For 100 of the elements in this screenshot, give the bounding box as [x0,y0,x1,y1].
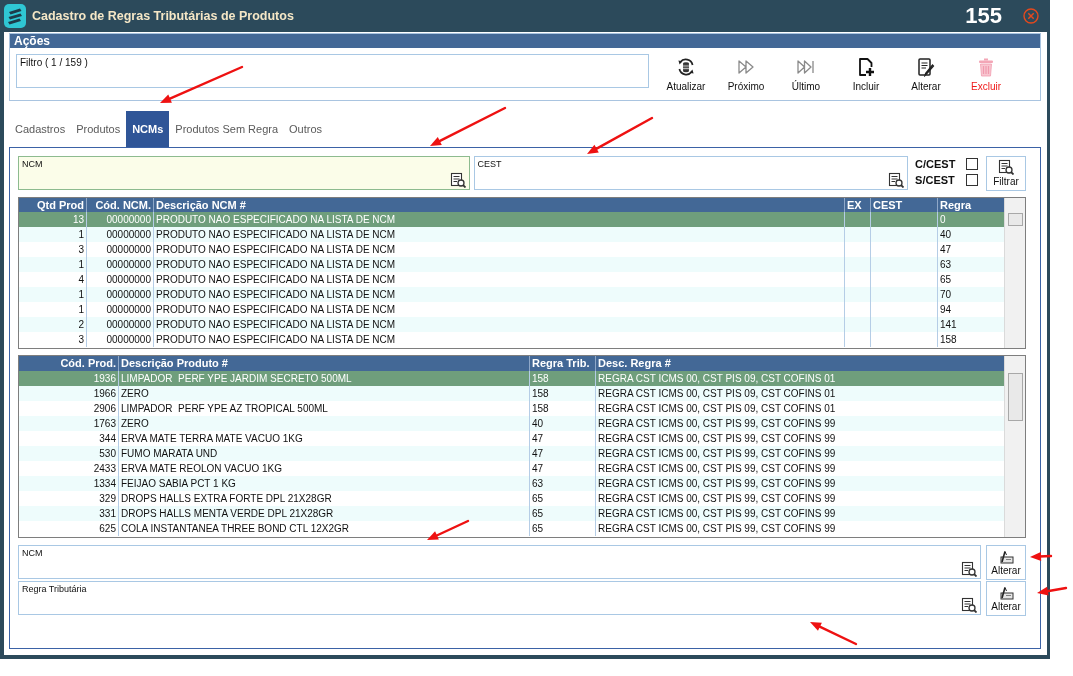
edit-icon [998,550,1014,564]
ncm-field[interactable]: NCM [18,156,470,190]
record-counter: 155 [965,3,1002,29]
checkbox[interactable] [966,158,978,170]
table-cell-text: PRODUTO NAO ESPECIFICADO NA LISTA DE NCM [156,228,396,242]
table-cell-text: 1334 [93,477,116,491]
column-header[interactable]: Descrição Produto # [118,356,529,371]
table-cell-text: PRODUTO NAO ESPECIFICADO NA LISTA DE NCM [156,288,396,302]
table-cell-text: 2906 [93,402,116,416]
cest-field[interactable]: CEST [473,156,909,190]
app-logo-icon [4,4,26,28]
table-cell-text: 47 [532,447,544,461]
table-cell-text: REGRA CST ICMS 00, CST PIS 99, CST COFINS 99 [598,447,836,461]
last-button[interactable]: Último [776,57,836,92]
table-cell-text: 1763 [93,417,116,431]
column-header[interactable]: Regra Trib. [529,356,595,371]
column-header[interactable]: Desc. Regra # [595,356,1004,371]
column-header[interactable]: CEST [870,198,937,212]
table-cell-text: 4 [78,273,84,287]
table-cell-text: 40 [532,417,544,431]
table-cell-text: 2433 [93,462,116,476]
edit-button[interactable]: Alterar [896,57,956,92]
filter-button[interactable]: Filtrar [986,156,1026,191]
list-search-icon[interactable] [888,172,905,188]
table-row[interactable]: 1334 FEIJAO SABIA PCT 1 KG 63 REGRA CST ICMS 00, CST PIS 99, CST COFINS 99 [19,476,1004,491]
input-field[interactable]: Regra Tributária [18,581,981,615]
column-header[interactable]: Cód. Prod. [19,356,118,371]
tab[interactable]: Produtos Sem Regra [170,111,284,147]
table-cell-text: 00000000 [106,273,151,287]
table-row[interactable]: 2 00000000 PRODUTO NAO ESPECIFICADO NA LISTA DE NCM 141 [19,317,1004,332]
tab[interactable]: Cadastros [10,111,71,147]
table-cell-text: 00000000 [106,333,151,347]
table-row[interactable]: 1 00000000 PRODUTO NAO ESPECIFICADO NA LISTA DE NCM 63 [19,257,1004,272]
annotation-arrow-icon [1030,552,1053,561]
list-search-icon[interactable] [449,172,466,188]
filter-field[interactable]: Filtro ( 1 / 159 ) [16,54,649,88]
delete-button[interactable]: Excluir [956,57,1016,92]
table-cell-text: ZERO [121,387,149,401]
table-cell-text: 331 [99,507,116,521]
scrollbar[interactable] [1004,356,1025,537]
column-header[interactable]: Cód. NCM. [86,198,153,212]
table-cell-text: 1 [78,258,84,272]
table-row[interactable]: 331 DROPS HALLS MENTA VERDE DPL 21X28GR 65 REGRA CST ICMS 00, CST PIS 99, CST COFINS 99 [19,506,1004,521]
table-cell-text: PRODUTO NAO ESPECIFICADO NA LISTA DE NCM [156,243,396,257]
edit-button[interactable]: Alterar [986,545,1026,580]
table-cell-text: REGRA CST ICMS 00, CST PIS 99, CST COFINS 99 [598,492,836,506]
table-cell-text: 47 [532,462,544,476]
table-cell-text: 530 [99,447,116,461]
edit-document-icon [916,57,936,77]
table-cell-text: DROPS HALLS EXTRA FORTE DPL 21X28GR [121,492,332,506]
table-row[interactable]: 1 00000000 PRODUTO NAO ESPECIFICADO NA LISTA DE NCM 70 [19,287,1004,302]
table-cell-text: LIMPADOR PERF YPE AZ TROPICAL 500ML [121,402,328,416]
table-cell-text: 00000000 [106,318,151,332]
checkbox[interactable] [966,174,978,186]
scrollbar-thumb[interactable] [1008,373,1023,421]
add-button[interactable]: Incluir [836,57,896,92]
table-row[interactable]: 1 00000000 PRODUTO NAO ESPECIFICADO NA LISTA DE NCM 40 [19,227,1004,242]
table-cell-text: PRODUTO NAO ESPECIFICADO NA LISTA DE NCM [156,303,396,317]
table-row[interactable]: 530 FUMO MARATA UND 47 REGRA CST ICMS 00, CST PIS 99, CST COFINS 99 [19,446,1004,461]
table-row[interactable]: 1763 ZERO 40 REGRA CST ICMS 00, CST PIS 99, CST COFINS 99 [19,416,1004,431]
tab[interactable]: Outros [284,111,328,147]
refresh-button[interactable]: Atualizar [656,57,716,92]
table-cell-text: REGRA CST ICMS 00, CST PIS 99, CST COFINS 99 [598,417,836,431]
table-cell-text: 1936 [93,372,116,386]
table-cell-text: REGRA CST ICMS 00, CST PIS 99, CST COFINS 99 [598,522,836,536]
table-cell-text: REGRA CST ICMS 00, CST PIS 09, CST COFINS 01 [598,372,836,386]
list-search-icon[interactable] [961,597,977,613]
annotation-arrow-icon [160,65,244,103]
column-header[interactable]: EX [844,198,870,212]
list-search-icon[interactable] [961,561,977,577]
next-button[interactable]: Próximo [716,57,776,92]
table-cell-text: PRODUTO NAO ESPECIFICADO NA LISTA DE NCM [156,273,396,287]
window-title: Cadastro de Regras Tributárias de Produtos [32,9,295,23]
table-cell-text: REGRA CST ICMS 00, CST PIS 99, CST COFINS 99 [598,507,836,521]
table-cell-text: 65 [532,522,544,536]
column-header[interactable]: Qtd Prod [19,198,86,212]
table-cell-text: PRODUTO NAO ESPECIFICADO NA LISTA DE NCM [156,333,396,347]
field-label: Filtro ( 1 / 159 ) [20,57,88,68]
table-cell-text: 47 [532,432,544,446]
table-cell-text: 1 [78,228,84,242]
table-cell-text: ERVA MATE REOLON VACUO 1KG [121,462,282,476]
scrollbar[interactable] [1004,198,1025,348]
table-cell-text: 3 [78,333,84,347]
table-row[interactable]: 1966 ZERO 158 REGRA CST ICMS 00, CST PIS 09, CST COFINS 01 [19,386,1004,401]
input-field[interactable]: NCM [18,545,981,579]
table-cell-text: REGRA CST ICMS 00, CST PIS 09, CST COFINS 01 [598,387,836,401]
table-cell-text: 47 [940,243,952,257]
edit-icon [998,586,1014,600]
edit-button[interactable]: Alterar [986,581,1026,616]
trash-icon [976,57,996,77]
table-cell-text: 00000000 [106,288,151,302]
table-cell-text: 3 [78,243,84,257]
annotation-arrow-icon [430,106,507,146]
column-header[interactable]: Descrição NCM # [153,198,844,212]
panel-header: Ações [10,34,1040,48]
table-cell-text: PRODUTO NAO ESPECIFICADO NA LISTA DE NCM [156,213,396,227]
tab[interactable]: NCMs [126,111,170,147]
tab[interactable]: Produtos [71,111,126,147]
scrollbar-thumb[interactable] [1008,213,1023,226]
column-header[interactable]: Regra [937,198,1004,212]
